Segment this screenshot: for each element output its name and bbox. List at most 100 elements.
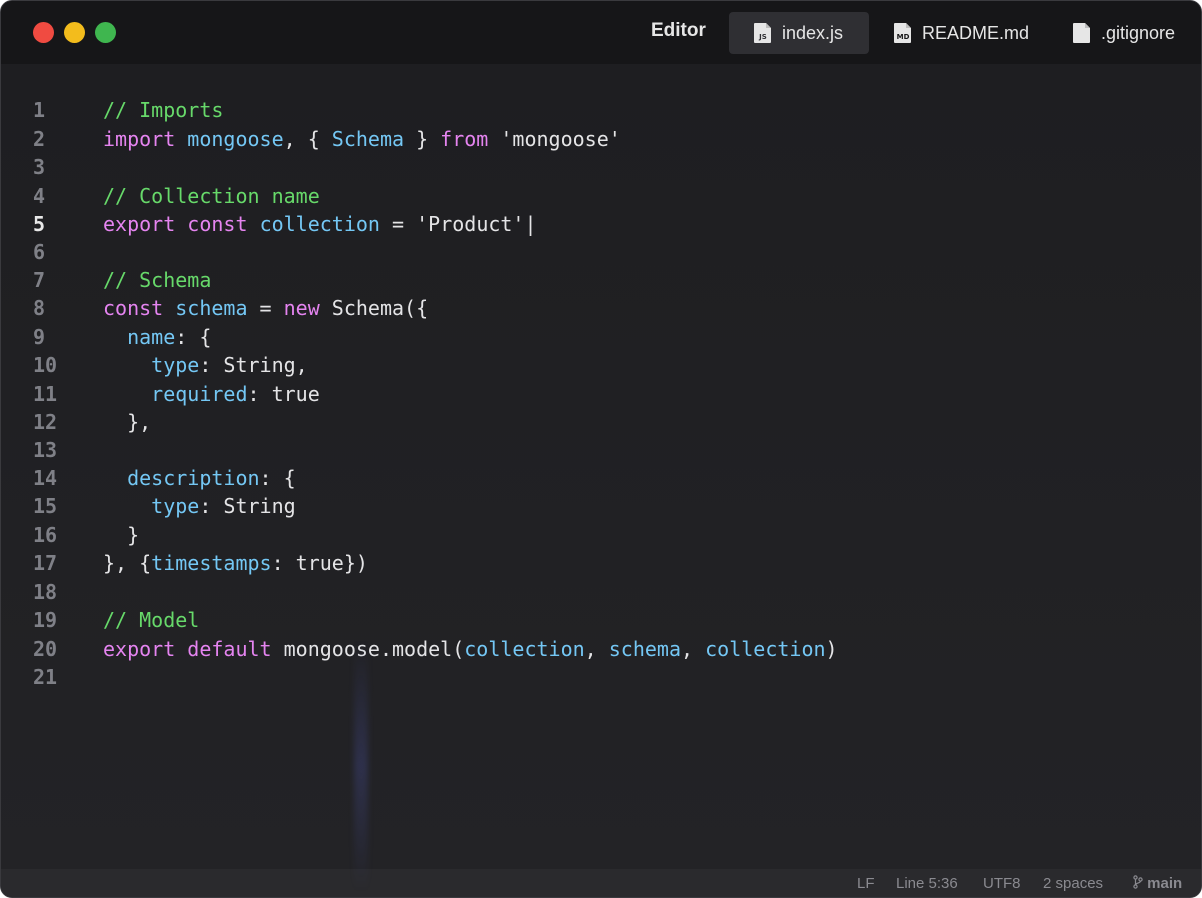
code-token: collection [259,212,380,236]
code-token: schema [608,637,682,661]
tab-label: index.js [782,22,844,43]
line-number: 17 [33,551,58,575]
line-number: 16 [33,523,58,547]
code-token: ) [825,637,838,661]
branch-name: main [1147,875,1183,892]
code-text: }, [103,408,151,436]
code-token: timestamps [151,551,272,575]
code-text: // Schema [103,266,211,294]
code-token: , [584,637,609,661]
line-number: 20 [33,637,58,661]
line-number: 5 [33,212,46,236]
code-token: // Model [103,608,200,632]
code-text: name: { [103,323,211,351]
code-token: , { [283,127,332,151]
code-token: : String, [199,353,308,377]
code-text: type: String, [103,351,308,379]
code-token: , [681,637,706,661]
code-editor[interactable]: 1 // Imports 2 import mongoose, { Schema } … [1,64,1201,869]
code-token: default [187,637,272,661]
svg-text:MD: MD [897,33,910,41]
svg-text:JS: JS [758,33,767,41]
minimize-window-button[interactable] [64,22,85,43]
code-token: const [103,296,164,320]
line-number: 8 [33,296,46,320]
code-token: const [187,212,248,236]
git-branch-icon [1133,875,1147,892]
code-token: : { [175,325,212,349]
code-text: } [103,521,139,549]
line-number: 3 [33,155,46,179]
code-token: collection [464,637,585,661]
code-token: mongoose [187,127,284,151]
status-bar: LF Line 5:36 UTF8 2 spaces main [1,869,1201,897]
line-number: 19 [33,608,58,632]
line-number: 1 [33,98,46,122]
code-token: Schema({ [319,296,429,320]
code-text: // Collection name [103,182,320,210]
code-text: type: String [103,492,296,520]
code-token: : String [199,494,296,518]
markdown-file-icon: MD [893,22,913,44]
line-number: 2 [33,127,46,151]
title-bar: Editor JS index.js MD README.md .gitigno… [1,1,1201,64]
line-number: 9 [33,325,46,349]
app-title: Editor [651,20,706,41]
code-token: export [103,212,176,236]
editor-window: Editor JS index.js MD README.md .gitigno… [0,0,1202,898]
encoding-indicator[interactable]: UTF8 [983,875,1021,892]
code-text: export const collection = 'Product'| [103,210,537,238]
code-token: from [440,127,489,151]
zoom-window-button[interactable] [95,22,116,43]
indentation-indicator[interactable]: 2 spaces [1043,875,1103,892]
code-token: }, [103,410,152,434]
line-number: 21 [33,665,58,689]
code-token: schema [175,296,248,320]
code-text: import mongoose, { Schema } from 'mongoo… [103,125,621,153]
cursor-position[interactable]: Line 5:36 [896,875,958,892]
code-token: // Imports [103,98,224,122]
code-text: const schema = new Schema({ [103,294,428,322]
code-text: // Imports [103,96,223,124]
line-number: 14 [33,466,58,490]
code-token: Schema [331,127,405,151]
code-token: } [103,523,140,547]
line-number: 15 [33,494,58,518]
close-window-button[interactable] [33,22,54,43]
tab-gitignore[interactable]: .gitignore [1064,12,1199,54]
line-ending-indicator[interactable]: LF [857,875,875,892]
tab-label: README.md [922,22,1030,43]
tab-index-js[interactable]: JS index.js [729,12,869,54]
code-token: name [127,325,176,349]
code-text: // Model [103,606,199,634]
line-number: 10 [33,353,58,377]
tab-readme-md[interactable]: MD README.md [885,12,1045,54]
code-token: collection [705,637,826,661]
code-token: = [247,296,284,320]
code-token: : { [259,466,296,490]
line-number: 11 [33,382,58,406]
file-icon [1072,22,1092,44]
code-token: : true [247,382,320,406]
line-number: 6 [33,240,46,264]
code-token: }, { [103,551,152,575]
line-number: 4 [33,184,46,208]
line-number: 13 [33,438,58,462]
line-number: 7 [33,268,46,292]
code-token: } [404,127,441,151]
git-branch-indicator[interactable]: main [1133,875,1182,892]
code-text: required: true [103,380,320,408]
code-token: new [283,296,320,320]
code-token: import [103,127,176,151]
code-token: // Schema [103,268,212,292]
code-text: export default mongoose.model(collection… [103,635,838,663]
code-token: // Collection name [103,184,320,208]
